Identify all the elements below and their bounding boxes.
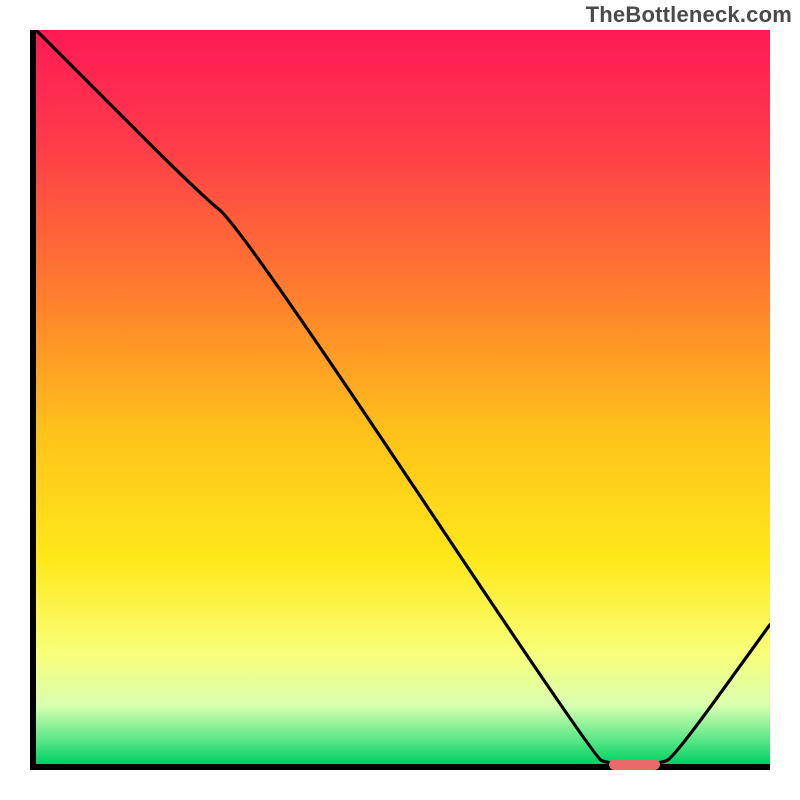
chart-frame: TheBottleneck.com [0,0,800,800]
watermark-text: TheBottleneck.com [586,2,792,28]
bottleneck-curve [36,30,770,764]
sweet-spot-marker [609,759,660,770]
plot-area [36,30,770,764]
bottleneck-curve-path [36,30,770,764]
